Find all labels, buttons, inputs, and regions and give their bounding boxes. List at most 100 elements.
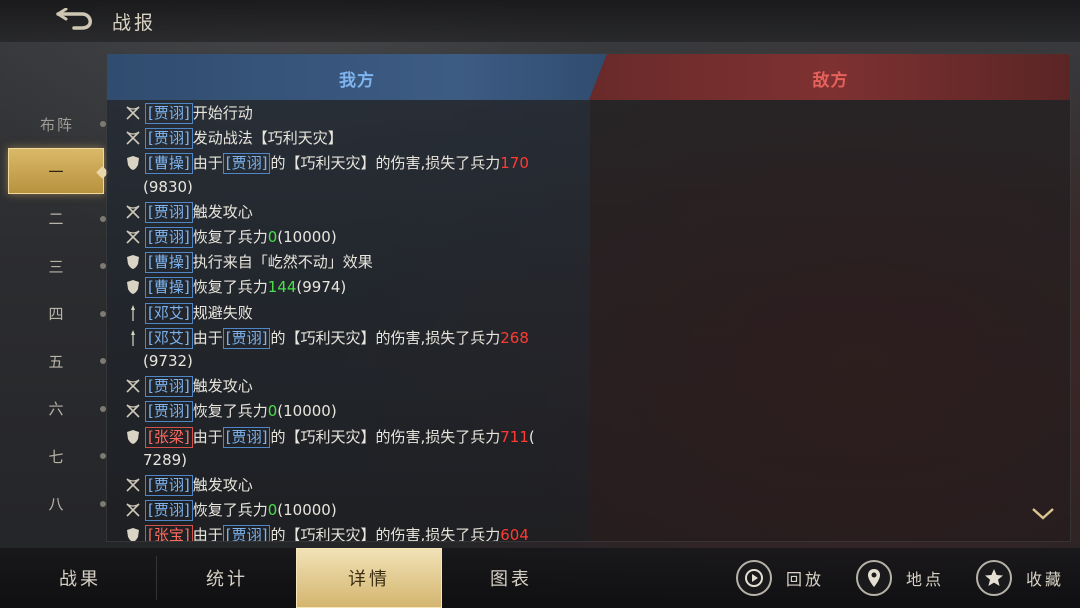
formation-item-label: 七 <box>48 447 64 466</box>
general-name-tag: [曹操] <box>145 252 193 274</box>
replay-button[interactable]: 回放 <box>736 556 824 600</box>
log-text: 执行来自「屹然不动」效果 <box>192 253 373 272</box>
log-row: [贾诩] 发动战法【巧利天灾】 <box>125 127 585 150</box>
shield-icon <box>125 429 141 445</box>
bow-icon <box>125 477 141 493</box>
formation-item-label: 五 <box>48 352 64 371</box>
tab-statistics-label: 统计 <box>206 569 248 590</box>
log-text: (10000) <box>277 501 337 520</box>
replay-label: 回放 <box>786 570 825 589</box>
log-row: [曹操] 执行来自「屹然不动」效果 <box>125 251 585 274</box>
log-text: 的【巧利天灾】的伤害,损失了兵力 <box>270 328 501 347</box>
top-bar: 战报 <box>0 0 1080 42</box>
formation-item-2[interactable]: 二 <box>8 196 104 242</box>
general-name-tag: [贾诩] <box>145 103 193 124</box>
log-text: 的【巧利天灾】的伤害,损失了兵力 <box>270 427 501 446</box>
log-text: 恢复了兵力 <box>192 228 268 246</box>
map-pin-icon <box>856 560 892 596</box>
log-text: ( <box>528 427 535 446</box>
bow-icon <box>125 229 141 245</box>
log-row: [曹操] 恢复了兵力144(9974) <box>125 276 585 299</box>
spear-icon <box>125 329 141 346</box>
log-row: [曹操] 由于 [贾诩] 的【巧利天灾】的伤害,损失了兵力170 <box>125 152 585 175</box>
log-text: 开始行动 <box>192 104 253 122</box>
log-text: 恢复了兵力 <box>192 501 268 520</box>
page-title: 战报 <box>112 12 157 34</box>
tab-enemy-side-label: 敌方 <box>812 71 849 91</box>
general-name-tag: [贾诩] <box>145 227 193 248</box>
formation-label: 布阵 <box>39 116 74 134</box>
back-arrow-icon[interactable] <box>52 8 98 34</box>
damage-value: 170 <box>500 154 529 173</box>
general-name-tag: [曹操] <box>145 153 193 175</box>
formation-item-8[interactable]: 八 <box>8 481 104 527</box>
tab-results-label: 战果 <box>59 569 101 590</box>
log-row-continuation: 7289) <box>143 450 188 469</box>
general-name-tag: [贾诩] <box>222 327 271 349</box>
battle-log[interactable]: [贾诩] 开始行动 [贾诩] 发动战法【巧利天灾】 [曹操] 由于 [贾诩] 的【巧利天灾】的… <box>107 100 590 542</box>
general-name-tag: [贾诩] <box>145 500 193 522</box>
log-text: (10000) <box>277 228 337 246</box>
formation-item-6[interactable]: 六 <box>8 386 104 432</box>
formation-item-1[interactable]: 一 <box>8 148 104 194</box>
log-row: [邓艾] 规避失败 <box>125 302 585 325</box>
general-name-tag: [张宝] <box>145 525 193 541</box>
formation-item-4[interactable]: 四 <box>8 291 104 337</box>
general-name-tag: [贾诩] <box>145 201 193 223</box>
heal-value: 0 <box>267 501 278 520</box>
log-text: 由于 <box>192 154 223 173</box>
formation-item-label: 一 <box>48 162 64 181</box>
battle-report-panel: 我方 敌方 [贾诩] 开始行动 [贾诩] 发动战法【巧利天灾】 [曹操] 由于 [贾诩] 的【… <box>106 53 1071 542</box>
log-text: 恢复了兵力 <box>192 402 268 421</box>
log-row: [贾诩] 触发攻心 <box>125 375 585 398</box>
log-row: [贾诩] 开始行动 <box>125 102 585 125</box>
general-name-tag: [曹操] <box>145 277 193 299</box>
spear-icon <box>125 304 141 321</box>
general-name-tag: [贾诩] <box>145 376 193 398</box>
bow-icon <box>125 204 141 220</box>
tab-results[interactable]: 战果 <box>0 548 160 608</box>
favorite-label: 收藏 <box>1026 570 1065 589</box>
general-name-tag: [贾诩] <box>222 525 271 541</box>
log-row: [贾诩] 恢复了兵力0(10000) <box>125 226 585 249</box>
tab-chart[interactable]: 图表 <box>442 548 580 608</box>
log-row-continuation: (9830) <box>143 177 193 196</box>
log-row: [贾诩] 恢复了兵力0(10000) <box>125 499 585 522</box>
bow-icon <box>125 130 141 146</box>
log-row: [贾诩] 触发攻心 <box>125 201 585 224</box>
formation-item-3[interactable]: 三 <box>8 243 104 289</box>
tab-details[interactable]: 详情 <box>296 548 442 608</box>
tab-statistics[interactable]: 统计 <box>160 548 294 608</box>
general-name-tag: [贾诩] <box>145 128 193 150</box>
log-text: 由于 <box>192 328 223 347</box>
damage-value: 604 <box>500 526 529 542</box>
log-text: 触发攻心 <box>192 377 253 396</box>
bow-icon <box>125 502 141 518</box>
general-name-tag: [张梁] <box>145 426 193 448</box>
general-name-tag: [邓艾] <box>145 302 193 324</box>
location-button[interactable]: 地点 <box>856 556 944 600</box>
general-name-tag: [贾诩] <box>222 153 271 175</box>
shield-icon <box>125 527 141 541</box>
tab-our-side-label: 我方 <box>339 71 375 91</box>
location-label: 地点 <box>906 570 945 589</box>
log-row: [贾诩] 恢复了兵力0(10000) <box>125 400 585 423</box>
shield-icon <box>125 279 141 295</box>
log-text: 发动战法【巧利天灾】 <box>192 129 343 148</box>
log-text: 规避失败 <box>192 303 253 322</box>
tab-details-label: 详情 <box>348 569 390 590</box>
log-row: [张梁] 由于 [贾诩] 的【巧利天灾】的伤害,损失了兵力711( <box>125 426 585 449</box>
formation-item-7[interactable]: 七 <box>8 433 104 479</box>
general-name-tag: [贾诩] <box>222 426 271 448</box>
shield-icon <box>125 254 141 270</box>
bow-icon <box>125 105 141 121</box>
formation-item-label: 八 <box>48 495 64 513</box>
log-text: 由于 <box>192 427 223 446</box>
general-name-tag: [邓艾] <box>145 327 193 349</box>
bow-icon <box>125 403 141 419</box>
log-row-continuation: (9732) <box>143 352 193 370</box>
chevron-down-icon[interactable] <box>1030 505 1056 523</box>
log-text: (10000) <box>277 402 337 421</box>
favorite-button[interactable]: 收藏 <box>976 556 1064 600</box>
formation-item-5[interactable]: 五 <box>8 338 104 384</box>
